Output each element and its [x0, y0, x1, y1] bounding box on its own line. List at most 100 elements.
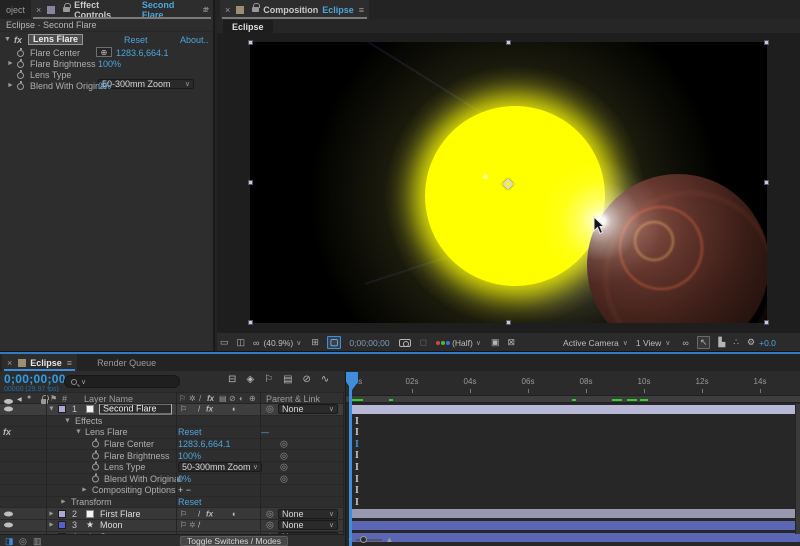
keyframe-icon[interactable]: I — [354, 486, 360, 496]
parent-link-col[interactable]: Parent & Link — [266, 394, 320, 404]
keyframe-icon[interactable]: I — [354, 475, 360, 485]
solo-icon[interactable]: ● — [27, 394, 31, 401]
pick-whip-icon[interactable]: ◎ — [280, 462, 288, 473]
selection-handle[interactable] — [764, 320, 769, 325]
keyframe-icon[interactable]: I — [354, 417, 360, 427]
chevron-down-icon[interactable]: ∨ — [476, 339, 481, 347]
panel-menu-icon[interactable]: ≡ — [359, 5, 364, 15]
tab-effect-controls[interactable]: × Effect Controls Second Flare ≡ — [31, 0, 213, 19]
motion-blur-icon[interactable]: ⊘ — [303, 374, 311, 385]
about-link[interactable]: About.. — [180, 35, 209, 45]
toolbar-timecode[interactable]: 0;00;00;00 — [349, 338, 389, 348]
stopwatch-icon[interactable] — [17, 83, 24, 90]
effect-name[interactable]: Lens Flare — [85, 427, 128, 437]
transform-row[interactable]: ► Transform Reset — [0, 497, 344, 509]
twirl-closed-icon[interactable]: ► — [81, 487, 88, 494]
keyframe-icon[interactable]: I — [354, 428, 360, 438]
reset-link[interactable]: Reset — [178, 427, 202, 437]
chevron-down-icon[interactable]: ∨ — [296, 339, 301, 347]
flowchart-icon[interactable]: ∴ — [733, 337, 739, 348]
shy-col-icon[interactable]: ⚐ — [179, 394, 186, 403]
layer-switches-pane-icon[interactable]: ◨ — [5, 536, 14, 546]
twirl-closed-icon[interactable]: ► — [7, 60, 14, 67]
lens-type-dropdown[interactable]: 50-300mm Zoom ∨ — [178, 462, 262, 472]
stopwatch-icon[interactable] — [92, 475, 99, 482]
prop-value[interactable]: 1283.6,664.1 — [178, 439, 231, 449]
prop-label[interactable]: Lens Type — [104, 462, 145, 472]
vertical-scrollbar[interactable] — [795, 404, 800, 534]
lock-icon[interactable] — [252, 7, 259, 12]
always-preview-icon[interactable]: ▭ — [220, 337, 229, 348]
group-label[interactable]: Transform — [71, 497, 112, 507]
work-area-bar[interactable] — [346, 396, 800, 403]
layer-bar-moon[interactable] — [349, 521, 800, 530]
prop-label[interactable]: Flare Brightness — [30, 59, 96, 69]
time-ruler[interactable]: 0s 02s 04s 06s 08s 10s 12s 14s — [346, 371, 800, 396]
mini-flowchart-icon[interactable]: ⊟ — [228, 374, 236, 385]
layer-bar-sun[interactable] — [349, 533, 800, 542]
zoom-slider-knob[interactable] — [360, 536, 367, 543]
prop-label[interactable]: Lens Type — [30, 70, 71, 80]
motion-blur-col-icon[interactable]: ⊘ — [229, 394, 236, 403]
target-region-icon[interactable]: ▣ — [491, 337, 500, 348]
twirl-open-icon[interactable]: ▼ — [64, 417, 71, 424]
prop-label[interactable]: Flare Center — [30, 48, 80, 58]
label-swatch[interactable] — [58, 521, 66, 529]
frame-blending-icon[interactable]: ▤ — [283, 374, 292, 385]
tab-render-queue[interactable]: Render Queue — [97, 358, 156, 368]
view-layout-dropdown[interactable]: 1 View — [636, 338, 661, 348]
twirl-closed-icon[interactable]: ► — [7, 82, 14, 89]
stopwatch-icon[interactable] — [92, 464, 99, 471]
project-tab-partial[interactable]: oject — [6, 5, 25, 15]
twirl-closed-icon[interactable]: ► — [48, 522, 55, 529]
fx-badge-icon[interactable]: fx — [14, 35, 22, 45]
pick-whip-icon[interactable]: ◎ — [266, 508, 274, 519]
selection-handle[interactable] — [506, 40, 511, 45]
parent-dropdown[interactable]: None ∨ — [278, 509, 338, 519]
toggle-switches-modes-button[interactable]: Toggle Switches / Modes — [180, 536, 288, 546]
keyframe-icon[interactable]: I — [354, 451, 360, 461]
playhead-line[interactable] — [349, 385, 352, 546]
lens-flare-effect-row[interactable]: fx ▼ Lens Flare Reset — — [0, 427, 344, 439]
graph-editor-icon[interactable]: ∿ — [321, 374, 329, 385]
selection-handle[interactable] — [248, 180, 253, 185]
3d-col-icon[interactable]: ⊕ — [249, 394, 256, 403]
close-icon[interactable]: × — [36, 5, 41, 15]
layer-number-col[interactable]: # — [62, 394, 67, 404]
prop-label[interactable]: Blend With Original — [104, 474, 181, 484]
twirl-closed-icon[interactable]: ► — [48, 510, 55, 517]
adjustment-col-icon[interactable]: ◐ — [239, 394, 244, 403]
group-label[interactable]: Effects — [75, 416, 102, 426]
draft-3d-icon[interactable]: ◈ — [246, 374, 254, 385]
prop-value[interactable]: 100% — [98, 59, 121, 69]
selection-handle[interactable] — [764, 180, 769, 185]
composition-viewer[interactable] — [217, 33, 800, 332]
label-swatch[interactable] — [58, 405, 66, 413]
stopwatch-icon[interactable] — [17, 61, 24, 68]
viewer-tab-eclipse[interactable]: Eclipse — [223, 20, 273, 33]
composition-frame[interactable] — [250, 42, 767, 323]
tab-overflow-icon[interactable]: » — [204, 3, 209, 13]
twirl-closed-icon[interactable]: ► — [60, 499, 67, 506]
prop-label[interactable]: Flare Brightness — [104, 451, 170, 461]
selection-handle[interactable] — [248, 40, 253, 45]
blend-with-original-row[interactable]: Blend With Original 0% ◎ — [0, 474, 344, 486]
resolution-dropdown[interactable]: (Half) — [452, 338, 473, 348]
shy-icon[interactable]: ⚐ — [180, 405, 187, 414]
quality-icon[interactable]: / — [198, 521, 200, 530]
layer-bar-first-flare[interactable] — [349, 509, 800, 518]
transparency-grid-icon[interactable]: ⊠ — [508, 337, 516, 348]
eye-icon[interactable] — [4, 407, 13, 412]
prop-value[interactable]: 0% — [98, 81, 111, 91]
transfer-controls-pane-icon[interactable]: ◎ — [19, 536, 27, 546]
stopwatch-icon[interactable] — [92, 452, 99, 459]
show-snapshot-icon[interactable]: ◻ — [420, 337, 427, 348]
frame-blend-col-icon[interactable]: ▤ — [219, 394, 227, 403]
fx-icon[interactable]: fx — [206, 509, 213, 518]
stereo-3d-icon[interactable]: ∞ — [682, 338, 688, 348]
layer-name-col[interactable]: Layer Name — [84, 394, 133, 404]
magnification-dropdown[interactable]: (40.9%) — [263, 338, 293, 348]
lock-icon[interactable] — [63, 7, 70, 12]
layer-row-second-flare[interactable]: ▼ 1 Second Flare ⚐ / fx ◐ ◎ None ∨ — [0, 404, 344, 416]
show-channels-icon[interactable] — [436, 341, 440, 345]
